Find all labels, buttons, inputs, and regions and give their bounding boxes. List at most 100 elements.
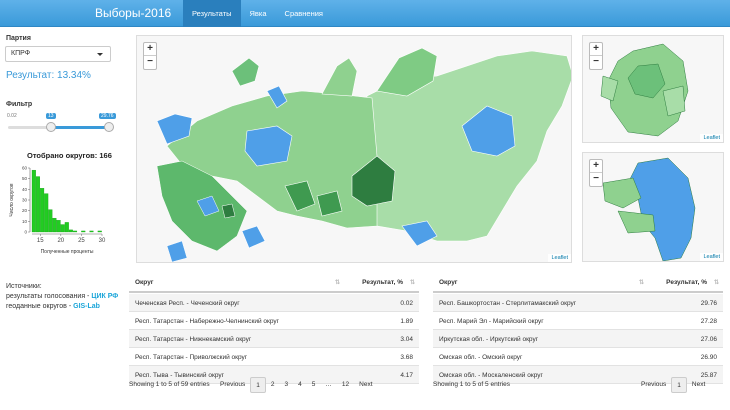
slider-from-label: 13 xyxy=(46,113,56,119)
histogram-ytick-label: 20 xyxy=(22,208,28,213)
col-district-header[interactable]: Округ xyxy=(439,279,458,286)
leaflet-attribution[interactable]: Leaflet xyxy=(548,254,571,262)
moscow-map-zoom: + − xyxy=(589,42,603,70)
filter-label: Фильтр xyxy=(6,101,33,108)
spb-map-svg xyxy=(602,157,696,261)
cell-result: 4.17 xyxy=(400,372,413,379)
col-result-header[interactable]: Результат, % xyxy=(666,279,707,286)
table-bottom-results: Округ ⇅ Результат, % ⇅ Чеченская Респ. -… xyxy=(129,273,419,384)
histogram-ylabel: Число округов xyxy=(9,183,15,216)
page-12[interactable]: 12 xyxy=(337,377,354,393)
table-row[interactable]: Респ. Башкортостан - Стерлитамакский окр… xyxy=(433,294,723,312)
slider-to-handle[interactable] xyxy=(104,122,114,132)
table-row[interactable]: Респ. Татарстан - Нижнекамский округ 3.0… xyxy=(129,330,419,348)
cik-link[interactable]: ЦИК РФ xyxy=(91,293,118,300)
col-result-header[interactable]: Результат, % xyxy=(362,279,403,286)
map-region-blue-2[interactable] xyxy=(244,125,293,167)
cell-result: 1.89 xyxy=(400,318,413,325)
sort-icon[interactable]: ⇅ xyxy=(639,279,644,286)
table-row[interactable]: Омская обл. - Омский округ 26.90 xyxy=(433,348,723,366)
histogram-chart: 0 10 20 30 40 50 60 15 20 25 30 Число округов Получе… xyxy=(9,166,106,256)
histogram-bar xyxy=(81,230,86,233)
party-select[interactable]: КПРФ xyxy=(5,46,111,62)
sort-icon[interactable]: ⇅ xyxy=(410,279,415,286)
map-region-spb-main[interactable] xyxy=(627,157,696,261)
russia-map-svg xyxy=(156,47,571,262)
histogram-ytick-label: 10 xyxy=(22,219,28,224)
col-district-header[interactable]: Округ xyxy=(135,279,154,286)
pagination: Previous 1 Next xyxy=(636,377,710,393)
zoom-out-button[interactable]: − xyxy=(590,56,602,69)
table-header: Округ ⇅ Результат, % ⇅ xyxy=(129,273,419,293)
moscow-map-svg xyxy=(600,43,689,137)
tab-turnout[interactable]: Явка xyxy=(241,0,276,27)
cell-district: Респ. Башкортостан - Стерлитамакский окр… xyxy=(439,300,577,307)
histogram-xtick-label: 25 xyxy=(78,238,85,244)
page-3[interactable]: 3 xyxy=(280,377,294,393)
result-text: Результат: 13.34% xyxy=(6,70,91,81)
sort-icon[interactable]: ⇅ xyxy=(335,279,340,286)
zoom-out-button[interactable]: − xyxy=(590,173,602,186)
page-5[interactable]: 5 xyxy=(307,377,321,393)
table-row[interactable]: Чеченская Респ. - Чеченский округ 0.02 xyxy=(129,294,419,312)
table-row[interactable]: Респ. Татарстан - Набережно-Челнинский о… xyxy=(129,312,419,330)
sort-icon[interactable]: ⇅ xyxy=(714,279,719,286)
cell-district: Респ. Татарстан - Приволжский округ xyxy=(135,354,248,361)
navbar: Выборы-2016 Результаты Явка Сравнения xyxy=(0,0,730,27)
cell-result: 26.90 xyxy=(700,354,717,361)
page-4[interactable]: 4 xyxy=(293,377,307,393)
page-1[interactable]: 1 xyxy=(250,377,266,393)
cell-district: Чеченская Респ. - Чеченский округ xyxy=(135,300,240,307)
cell-result: 3.04 xyxy=(400,336,413,343)
zoom-in-button[interactable]: + xyxy=(144,43,156,56)
slider-min-label: 0.02 xyxy=(7,113,17,119)
histogram-bar xyxy=(35,176,40,233)
slider-range-fill xyxy=(51,126,109,129)
nav-tabs: Результаты Явка Сравнения xyxy=(183,0,332,27)
table-info: Showing 1 to 5 of 59 entries xyxy=(129,381,210,388)
cell-result: 3.68 xyxy=(400,354,413,361)
spb-map-zoom: + − xyxy=(589,159,603,187)
sources-line1: результаты голосования - xyxy=(6,293,92,300)
page-1[interactable]: 1 xyxy=(671,377,687,393)
page-previous[interactable]: Previous xyxy=(215,377,250,393)
cell-result: 29.76 xyxy=(700,300,717,307)
slider-from-handle[interactable] xyxy=(46,122,56,132)
cell-district: Омская обл. - Омский округ xyxy=(439,354,523,361)
histogram-bar xyxy=(31,169,36,233)
table-row[interactable]: Респ. Татарстан - Приволжский округ 3.68 xyxy=(129,348,419,366)
histogram-bar xyxy=(97,230,102,233)
page-2[interactable]: 2 xyxy=(266,377,280,393)
histogram-xlabel: Полученные проценты xyxy=(41,249,94,255)
sources-title: Источники: xyxy=(6,283,42,290)
map-region-blue-7[interactable] xyxy=(241,225,266,249)
app-brand[interactable]: Выборы-2016 xyxy=(95,6,171,20)
slider-to-label: 29.76 xyxy=(99,113,116,119)
map-region-yamal[interactable] xyxy=(321,57,358,97)
histogram-xtick-label: 30 xyxy=(99,238,106,244)
chevron-down-icon xyxy=(97,53,103,56)
histogram-bar xyxy=(56,220,61,233)
histogram-ytick-label: 60 xyxy=(22,166,28,171)
leaflet-attribution[interactable]: Leaflet xyxy=(700,253,723,261)
tab-comparisons[interactable]: Сравнения xyxy=(276,0,332,27)
russia-map[interactable]: + − Leaflet xyxy=(136,35,572,263)
page-next[interactable]: Next xyxy=(687,377,710,393)
table-row[interactable]: Респ. Марий Эл - Марийский округ 27.28 xyxy=(433,312,723,330)
page-previous[interactable]: Previous xyxy=(636,377,671,393)
histogram-bar xyxy=(73,230,78,233)
histogram-bar xyxy=(48,209,53,233)
leaflet-attribution[interactable]: Leaflet xyxy=(700,134,723,142)
gislab-link[interactable]: GIS-Lab xyxy=(73,303,100,310)
map-region-north-west-lowland[interactable] xyxy=(231,57,260,87)
moscow-map[interactable]: + − Leaflet xyxy=(582,35,724,143)
spb-map[interactable]: + − Leaflet xyxy=(582,152,724,262)
tab-results[interactable]: Результаты xyxy=(183,0,241,27)
zoom-in-button[interactable]: + xyxy=(590,43,602,56)
table-row[interactable]: Иркутская обл. - Иркутский округ 27.06 xyxy=(433,330,723,348)
cell-district: Респ. Тыва - Тывинский округ xyxy=(135,372,224,379)
map-region-south-blue[interactable] xyxy=(166,240,188,262)
zoom-out-button[interactable]: − xyxy=(144,56,156,69)
zoom-in-button[interactable]: + xyxy=(590,160,602,173)
page-next[interactable]: Next xyxy=(354,377,377,393)
